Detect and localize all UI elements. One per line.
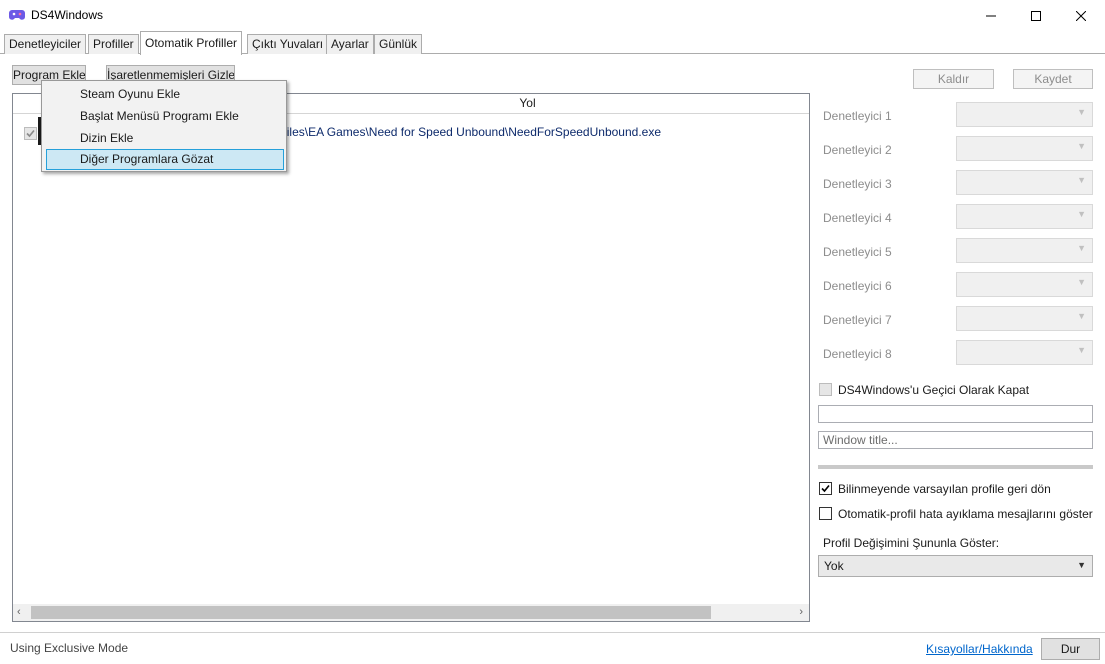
controller-3-select[interactable]: ▼ xyxy=(956,170,1093,195)
tab-settings[interactable]: Ayarlar xyxy=(326,34,374,54)
shortcuts-about-link[interactable]: Kısayollar/Hakkında xyxy=(926,642,1033,656)
show-switch-value: Yok xyxy=(824,559,844,573)
tab-auto-profiles[interactable]: Otomatik Profiller xyxy=(140,31,243,55)
add-program-menu: Steam Oyunu Ekle Başlat Menüsü Programı … xyxy=(41,80,287,172)
revert-default-checkbox[interactable] xyxy=(819,482,832,495)
menu-item-start-menu[interactable]: Başlat Menüsü Programı Ekle xyxy=(46,106,284,127)
tab-strip: Denetleyiciler Profiller Otomatik Profil… xyxy=(0,31,1105,55)
program-list[interactable]: Yol Files\EA Games\Need for Speed Unboun… xyxy=(12,93,810,622)
controller-6-select[interactable]: ▼ xyxy=(956,272,1093,297)
controller-8-select[interactable]: ▼ xyxy=(956,340,1093,365)
minimize-icon xyxy=(986,15,996,16)
minimize-button[interactable] xyxy=(968,0,1014,31)
close-button[interactable] xyxy=(1058,0,1104,31)
debug-messages-checkbox[interactable] xyxy=(819,507,832,520)
chevron-down-icon: ▼ xyxy=(1077,175,1086,185)
controller-7-label: Denetleyici 7 xyxy=(823,313,892,327)
chevron-down-icon: ▼ xyxy=(1077,277,1086,287)
debug-messages-label: Otomatik-profil hata ayıklama mesajların… xyxy=(838,507,1093,521)
controller-4-select[interactable]: ▼ xyxy=(956,204,1093,229)
tab-log[interactable]: Günlük xyxy=(374,34,423,54)
scrollbar-thumb[interactable] xyxy=(31,606,711,619)
controller-8-label: Denetleyici 8 xyxy=(823,347,892,361)
column-header-path[interactable]: Yol xyxy=(245,94,809,114)
revert-default-label: Bilinmeyende varsayılan profile geri dön xyxy=(838,482,1051,496)
show-switch-label: Profil Değişimini Şununla Göster: xyxy=(823,536,1000,550)
tab-controllers[interactable]: Denetleyiciler xyxy=(4,34,87,54)
save-button[interactable]: Kaydet xyxy=(1013,69,1093,89)
title-bar: DS4Windows xyxy=(0,0,1105,31)
gamepad-icon xyxy=(9,10,25,20)
menu-item-directory[interactable]: Dizin Ekle xyxy=(46,128,284,149)
controller-2-select[interactable]: ▼ xyxy=(956,136,1093,161)
controller-5-select[interactable]: ▼ xyxy=(956,238,1093,263)
controller-2-label: Denetleyici 2 xyxy=(823,143,892,157)
close-icon xyxy=(1076,10,1086,21)
maximize-button[interactable] xyxy=(1013,0,1059,31)
maximize-icon xyxy=(1031,10,1041,21)
status-bar: Using Exclusive Mode Kısayollar/Hakkında… xyxy=(0,632,1105,664)
tab-output-slots[interactable]: Çıktı Yuvaları xyxy=(247,34,329,54)
divider xyxy=(818,465,1093,469)
checkmark-icon xyxy=(821,484,830,493)
horizontal-scrollbar[interactable]: ‹ › xyxy=(13,604,809,621)
chevron-down-icon: ▼ xyxy=(1077,345,1086,355)
chevron-down-icon: ▼ xyxy=(1077,209,1086,219)
controller-6-label: Denetleyici 6 xyxy=(823,279,892,293)
scroll-left-icon[interactable]: ‹ xyxy=(17,606,21,618)
chevron-down-icon: ▼ xyxy=(1077,141,1086,151)
controller-4-label: Denetleyici 4 xyxy=(823,211,892,225)
tab-profiles[interactable]: Profiller xyxy=(88,34,139,54)
controller-7-select[interactable]: ▼ xyxy=(956,306,1093,331)
controller-1-label: Denetleyici 1 xyxy=(823,109,892,123)
chevron-down-icon: ▼ xyxy=(1077,560,1086,570)
status-text: Using Exclusive Mode xyxy=(10,641,129,655)
menu-item-steam[interactable]: Steam Oyunu Ekle xyxy=(46,84,284,105)
controller-5-label: Denetleyici 5 xyxy=(823,245,892,259)
stop-button[interactable]: Dur xyxy=(1041,638,1100,660)
menu-item-browse[interactable]: Diğer Programlara Gözat xyxy=(46,149,284,170)
remove-button[interactable]: Kaldır xyxy=(913,69,994,89)
chevron-down-icon: ▼ xyxy=(1077,107,1086,117)
chevron-down-icon: ▼ xyxy=(1077,243,1086,253)
chevron-down-icon: ▼ xyxy=(1077,311,1086,321)
temp-close-label: DS4Windows'u Geçici Olarak Kapat xyxy=(838,383,1030,397)
scroll-right-icon[interactable]: › xyxy=(799,606,803,618)
temp-close-checkbox[interactable] xyxy=(819,383,832,396)
controller-1-select[interactable]: ▼ xyxy=(956,102,1093,127)
window-title: DS4Windows xyxy=(31,8,104,22)
window-title-field[interactable]: Window title... xyxy=(818,431,1093,449)
controller-3-label: Denetleyici 3 xyxy=(823,177,892,191)
show-switch-select[interactable]: Yok ▼ xyxy=(818,555,1093,577)
path-field[interactable] xyxy=(818,405,1093,423)
